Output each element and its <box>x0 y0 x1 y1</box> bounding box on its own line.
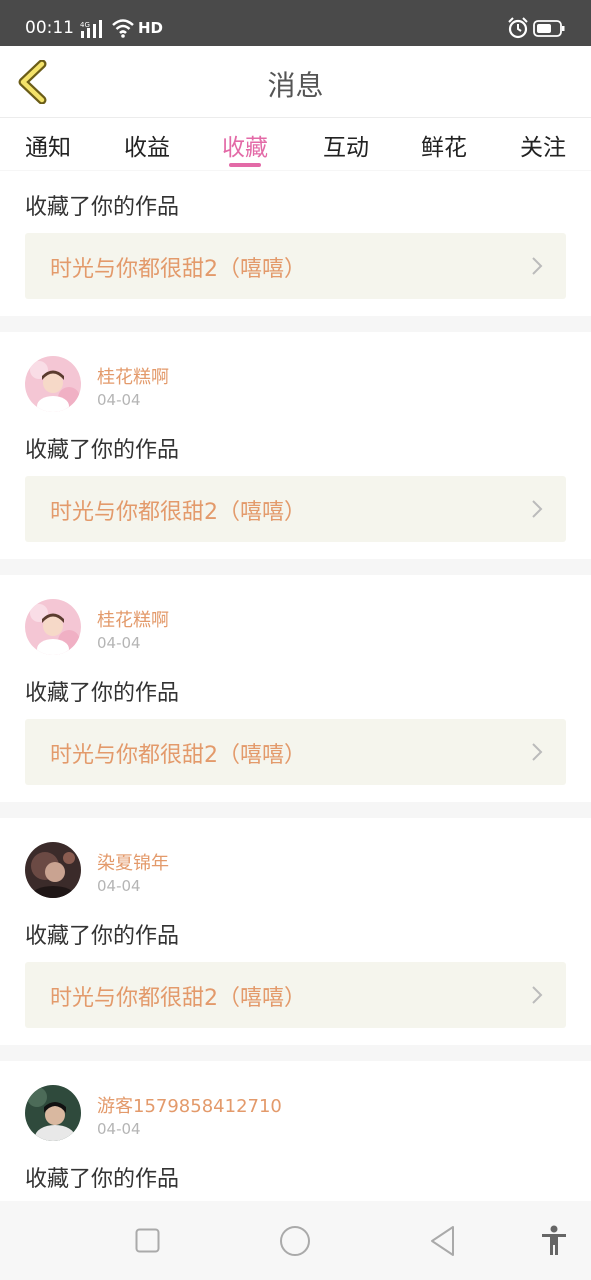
work-link[interactable]: 时光与你都很甜2（嘻嘻） <box>25 476 566 542</box>
avatar[interactable] <box>25 599 81 655</box>
tab-favorites[interactable]: 收藏 <box>205 128 285 162</box>
work-link[interactable]: 时光与你都很甜2（嘻嘻） <box>25 719 566 785</box>
user-name[interactable]: 游客1579858412710 <box>97 1092 282 1118</box>
user-name[interactable]: 桂花糕啊 <box>97 363 169 389</box>
action-text: 收藏了你的作品 <box>25 438 180 463</box>
battery-icon <box>533 20 565 37</box>
accessibility-icon[interactable] <box>540 1225 568 1257</box>
tab-notifications[interactable]: 通知 <box>8 128 88 162</box>
notification-date: 04-04 <box>97 877 141 895</box>
notification-date: 04-04 <box>97 634 141 652</box>
notification-date: 04-04 <box>97 391 141 409</box>
tab-bar: 通知 收益 收藏 互动 鲜花 关注 <box>0 118 591 170</box>
work-title: 时光与你都很甜2（嘻嘻） <box>50 743 306 768</box>
signal-icon: 4G <box>80 20 102 38</box>
alarm-icon <box>508 17 528 39</box>
action-text: 收藏了你的作品 <box>25 924 180 949</box>
work-link[interactable]: 时光与你都很甜2（嘻嘻） <box>25 233 566 299</box>
avatar[interactable] <box>25 1085 81 1141</box>
work-link[interactable]: 时光与你都很甜2（嘻嘻） <box>25 962 566 1028</box>
status-bar: 00:11 4G HD <box>0 0 591 46</box>
user-name[interactable]: 桂花糕啊 <box>97 606 169 632</box>
notification-card: 游客1579858412710 04-04 收藏了你的作品 <box>0 1061 591 1201</box>
avatar[interactable] <box>25 356 81 412</box>
user-name[interactable]: 染夏锦年 <box>97 849 169 875</box>
hd-badge: HD <box>138 19 164 37</box>
svg-text:4G: 4G <box>80 21 90 29</box>
work-title: 时光与你都很甜2（嘻嘻） <box>50 257 306 282</box>
app-header: 消息 <box>0 46 591 118</box>
action-text: 收藏了你的作品 <box>25 1167 180 1192</box>
action-text: 收藏了你的作品 <box>25 195 180 220</box>
recents-square-icon[interactable] <box>135 1228 160 1253</box>
wifi-icon <box>112 19 134 38</box>
chevron-right-icon <box>532 986 543 1004</box>
status-time: 00:11 <box>25 18 74 38</box>
tab-interactions[interactable]: 互动 <box>306 128 386 162</box>
tab-flowers[interactable]: 鲜花 <box>404 128 484 162</box>
avatar[interactable] <box>25 842 81 898</box>
notification-date: 04-04 <box>97 1120 141 1138</box>
notification-card: 桂花糕啊 04-04 收藏了你的作品 时光与你都很甜2（嘻嘻） <box>0 332 591 559</box>
system-nav-bar <box>0 1201 591 1280</box>
work-title: 时光与你都很甜2（嘻嘻） <box>50 986 306 1011</box>
notification-card: 染夏锦年 04-04 收藏了你的作品 时光与你都很甜2（嘻嘻） <box>0 818 591 1045</box>
action-text: 收藏了你的作品 <box>25 681 180 706</box>
chevron-right-icon <box>532 257 543 275</box>
page-title: 消息 <box>267 69 324 102</box>
home-circle-icon[interactable] <box>279 1225 311 1257</box>
tab-follows[interactable]: 关注 <box>503 128 583 162</box>
back-triangle-icon[interactable] <box>429 1225 457 1257</box>
notification-card: 桂花糕啊 04-04 收藏了你的作品 时光与你都很甜2（嘻嘻） <box>0 575 591 802</box>
chevron-right-icon <box>532 743 543 761</box>
tab-earnings[interactable]: 收益 <box>107 128 187 162</box>
chevron-right-icon <box>532 500 543 518</box>
notification-card: 收藏了你的作品 时光与你都很甜2（嘻嘻） <box>0 171 591 316</box>
active-tab-indicator <box>229 163 261 167</box>
work-title: 时光与你都很甜2（嘻嘻） <box>50 500 306 525</box>
